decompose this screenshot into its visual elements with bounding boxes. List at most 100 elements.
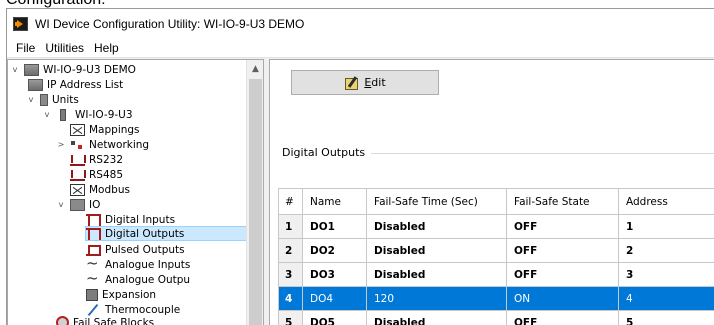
- table-row[interactable]: 3 DO3 Disabled OFF 3: [278, 262, 714, 287]
- cell-name[interactable]: DO3: [302, 262, 367, 287]
- cell-name[interactable]: DO4: [302, 286, 367, 311]
- tree-item-analogue-outputs[interactable]: Analogue Outpu: [86, 269, 191, 287]
- title-bar: WI Device Configuration Utility: WI-IO-9…: [7, 9, 714, 38]
- chevron-down-icon[interactable]: v: [42, 110, 52, 119]
- tree-item-root[interactable]: v WI-IO-9-U3 DEMO: [10, 62, 136, 77]
- tree-item-units[interactable]: v Units: [26, 92, 79, 107]
- tree-item-device[interactable]: v WI-IO-9-U3: [42, 107, 133, 122]
- cell-fail-safe-state[interactable]: OFF: [506, 310, 619, 325]
- tree-item-modbus[interactable]: Modbus: [70, 182, 130, 197]
- tree-item-label: RS485: [89, 168, 124, 181]
- cell-address[interactable]: 4: [618, 286, 714, 311]
- app-window: WI Device Configuration Utility: WI-IO-9…: [6, 8, 714, 325]
- row-index[interactable]: 3: [278, 262, 303, 287]
- column-header-name[interactable]: Name: [302, 188, 367, 215]
- network-root-icon: [24, 63, 39, 76]
- tree-item-label: Modbus: [89, 183, 130, 196]
- cell-fail-safe-state[interactable]: OFF: [506, 214, 619, 239]
- tree-item-label: RS232: [89, 153, 124, 166]
- serial-icon: [70, 154, 86, 166]
- cell-fail-safe-time[interactable]: Disabled: [366, 310, 507, 325]
- chevron-down-icon[interactable]: v: [56, 200, 66, 209]
- units-icon: [40, 93, 48, 106]
- tree-item-label: Digital Outputs: [105, 227, 185, 240]
- cell-name[interactable]: DO5: [302, 310, 367, 325]
- digital-outputs-table: # Name Fail-Safe Time (Sec) Fail-Safe St…: [278, 188, 714, 325]
- table-row[interactable]: 1 DO1 Disabled OFF 1: [278, 214, 714, 239]
- fail-safe-icon: [56, 316, 69, 325]
- cell-fail-safe-time[interactable]: Disabled: [366, 214, 507, 239]
- edit-button[interactable]: Edit: [291, 70, 439, 95]
- menu-help[interactable]: Help: [89, 41, 124, 55]
- tree-item-analogue-inputs[interactable]: Analogue Inputs: [86, 254, 190, 272]
- chevron-down-icon[interactable]: v: [10, 65, 20, 74]
- edit-icon: [344, 76, 360, 90]
- tree-item-label: Analogue Outpu: [105, 273, 191, 286]
- cell-address[interactable]: 3: [618, 262, 714, 287]
- tree-item-label: Mappings: [89, 123, 140, 136]
- tree-item-mappings[interactable]: Mappings: [70, 122, 140, 137]
- tree-item-io[interactable]: v IO: [56, 197, 100, 212]
- digital-outputs-icon: [86, 227, 101, 240]
- tree-item-label: Units: [52, 93, 79, 106]
- thermocouple-icon: [86, 304, 101, 316]
- modbus-icon: [70, 183, 85, 196]
- scroll-thumb[interactable]: [249, 79, 262, 325]
- column-header-address[interactable]: Address: [618, 188, 714, 215]
- cell-name[interactable]: DO2: [302, 238, 367, 263]
- device-tree: v WI-IO-9-U3 DEMO IP Address List v Unit…: [7, 59, 264, 325]
- row-index[interactable]: 2: [278, 238, 303, 263]
- row-index[interactable]: 4: [278, 286, 303, 311]
- device-icon: [60, 108, 66, 121]
- cell-name[interactable]: DO1: [302, 214, 367, 239]
- content-panel: Edit Digital Outputs # Name Fail-Safe Ti…: [269, 59, 714, 325]
- cell-fail-safe-state[interactable]: OFF: [506, 262, 619, 287]
- menu-file[interactable]: File: [11, 41, 40, 55]
- cell-fail-safe-time[interactable]: Disabled: [366, 262, 507, 287]
- table-row-selected[interactable]: 4 DO4 120 ON 4: [278, 286, 714, 311]
- cell-fail-safe-time[interactable]: Disabled: [366, 238, 507, 263]
- tree-item-rs232[interactable]: RS232: [70, 152, 123, 167]
- cell-fail-safe-state[interactable]: ON: [506, 286, 619, 311]
- row-index[interactable]: 1: [278, 214, 303, 239]
- window-title: WI Device Configuration Utility: WI-IO-9…: [35, 16, 305, 31]
- tree-item-digital-inputs[interactable]: Digital Inputs: [86, 212, 175, 227]
- mappings-icon: [70, 123, 85, 136]
- io-icon: [70, 198, 85, 211]
- digital-inputs-icon: [86, 213, 101, 226]
- tree-item-networking[interactable]: > Networking: [56, 137, 149, 152]
- cell-fail-safe-state[interactable]: OFF: [506, 238, 619, 263]
- chevron-down-icon[interactable]: v: [26, 95, 36, 104]
- column-header-fail-safe-state[interactable]: Fail-Safe State: [506, 188, 619, 215]
- cell-address[interactable]: 5: [618, 310, 714, 325]
- column-header-index[interactable]: #: [278, 188, 303, 215]
- tree-item-pulsed-outputs[interactable]: Pulsed Outputs: [86, 242, 185, 257]
- tree-item-label: IO: [89, 198, 101, 211]
- ip-list-icon: [28, 78, 43, 91]
- tree-item-label: WI-IO-9-U3: [75, 108, 133, 121]
- table-header-row: # Name Fail-Safe Time (Sec) Fail-Safe St…: [278, 188, 714, 215]
- tree-item-digital-outputs[interactable]: Digital Outputs: [85, 226, 247, 241]
- menu-utilities[interactable]: Utilities: [40, 41, 89, 55]
- table-row[interactable]: 2 DO2 Disabled OFF 2: [278, 238, 714, 263]
- tree-item-expansion[interactable]: Expansion: [86, 287, 156, 302]
- table-row[interactable]: 5 DO5 Disabled OFF 5: [278, 310, 714, 325]
- tree-item-fail-safe-blocks[interactable]: Fail Safe Blocks: [56, 315, 154, 325]
- tree-scrollbar[interactable]: ▲: [246, 60, 263, 325]
- section-title: Digital Outputs: [282, 146, 372, 159]
- serial-icon: [70, 169, 86, 181]
- tree-item-ip-address-list[interactable]: IP Address List: [28, 77, 123, 92]
- chevron-right-icon[interactable]: >: [56, 140, 66, 149]
- app-logo-icon: [13, 16, 28, 31]
- expansion-icon: [86, 288, 98, 301]
- tree-item-rs485[interactable]: RS485: [70, 167, 123, 182]
- row-index[interactable]: 5: [278, 310, 303, 325]
- cell-fail-safe-time[interactable]: 120: [366, 286, 507, 311]
- column-header-fail-safe-time[interactable]: Fail-Safe Time (Sec): [366, 188, 507, 215]
- tree-item-label: WI-IO-9-U3 DEMO: [43, 63, 136, 76]
- chevron-up-icon[interactable]: ▲: [247, 60, 263, 77]
- tree-item-label: IP Address List: [47, 78, 124, 91]
- cell-address[interactable]: 1: [618, 214, 714, 239]
- cell-address[interactable]: 2: [618, 238, 714, 263]
- tree-item-label: Thermocouple: [105, 303, 181, 316]
